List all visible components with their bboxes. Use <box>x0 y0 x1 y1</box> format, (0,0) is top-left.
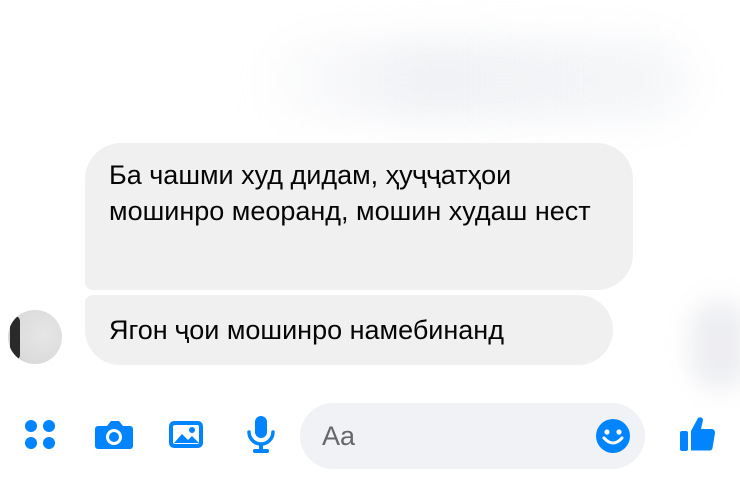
thumbs-up-button[interactable] <box>676 412 720 456</box>
emoji-icon <box>596 419 630 453</box>
apps-button[interactable] <box>18 412 62 456</box>
camera-icon <box>95 421 133 449</box>
message-text: Ба чашми худ дидам, ҳуҷҷатҳои мошинро ме… <box>109 160 591 226</box>
blurred-header-area <box>250 40 690 120</box>
message-bubble[interactable]: Ба чашми худ дидам, ҳуҷҷатҳои мошинро ме… <box>85 143 633 290</box>
avatar[interactable] <box>8 310 62 364</box>
blurred-side-area <box>690 300 740 390</box>
gallery-button[interactable] <box>164 412 208 456</box>
message-input-placeholder: Aa <box>322 421 356 451</box>
message-text: Ягон ҷои мошинро намебинанд <box>109 315 504 345</box>
microphone-icon <box>247 416 275 453</box>
emoji-button[interactable] <box>593 416 633 456</box>
image-icon <box>169 421 203 448</box>
camera-button[interactable] <box>92 412 136 456</box>
thumbs-up-icon <box>680 417 716 451</box>
message-input[interactable]: Aa <box>300 403 645 469</box>
apps-icon <box>25 420 55 449</box>
voice-button[interactable] <box>239 412 283 456</box>
message-bubble[interactable]: Ягон ҷои мошинро намебинанд <box>85 295 613 365</box>
